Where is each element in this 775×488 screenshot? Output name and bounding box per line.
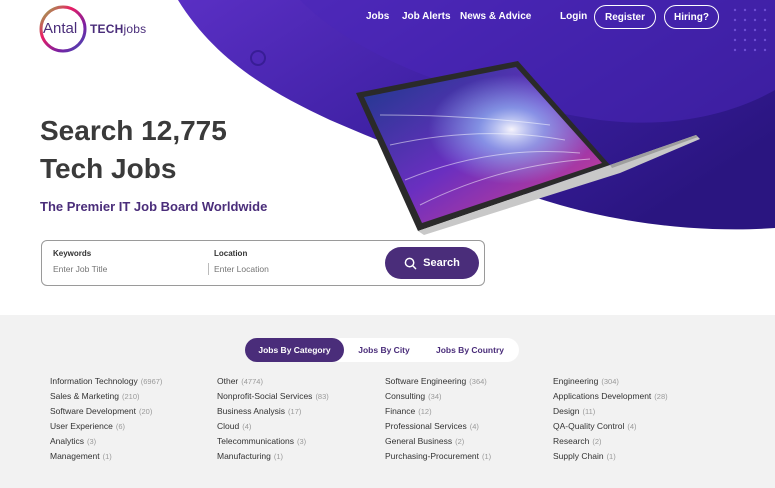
category-link[interactable]: Software Engineering (364) [385, 376, 491, 391]
logo-word: Antal [43, 20, 78, 37]
category-link[interactable]: Analytics (3) [50, 436, 162, 451]
category-link[interactable]: Consulting (34) [385, 391, 491, 406]
hero-title-line1: Search 12,775 [40, 115, 227, 146]
nav-jobs-link[interactable]: Jobs [366, 11, 389, 31]
search-button-label: Search [423, 257, 460, 269]
nav-login-link[interactable]: Login [560, 11, 587, 31]
category-link[interactable]: Management (1) [50, 451, 162, 466]
hero-title-line2: Tech Jobs [40, 153, 177, 184]
category-link[interactable]: Purchasing-Procurement (1) [385, 451, 491, 466]
tab-jobs-by-city[interactable]: Jobs By City [349, 338, 419, 362]
category-link[interactable]: QA-Quality Control (4) [553, 421, 668, 436]
job-search-form: Keywords Location Search [41, 240, 485, 286]
category-link[interactable]: Telecommunications (3) [217, 436, 329, 451]
browse-tabs: Jobs By Category Jobs By City Jobs By Co… [245, 338, 519, 362]
register-button[interactable]: Register [594, 5, 656, 29]
search-button[interactable]: Search [385, 247, 479, 279]
category-link[interactable]: Business Analysis (17) [217, 406, 329, 421]
category-link[interactable]: Applications Development (28) [553, 391, 668, 406]
category-link[interactable]: Sales & Marketing (210) [50, 391, 162, 406]
category-column-1: Information Technology (6967) Sales & Mar… [50, 376, 162, 466]
category-column-2: Other (4774) Nonprofit-Social Services (83… [217, 376, 329, 466]
category-link[interactable]: Software Development (20) [50, 406, 162, 421]
category-link[interactable]: Cloud (4) [217, 421, 329, 436]
nav-news-advice-link[interactable]: News & Advice [460, 11, 531, 31]
category-link[interactable]: Nonprofit-Social Services (83) [217, 391, 329, 406]
category-link[interactable]: Engineering (304) [553, 376, 668, 391]
location-input[interactable] [214, 262, 364, 276]
category-link[interactable]: Research (2) [553, 436, 668, 451]
category-column-3: Software Engineering (364) Consulting (34)… [385, 376, 491, 466]
field-divider [208, 263, 209, 275]
category-link[interactable]: User Experience (6) [50, 421, 162, 436]
logo-tech: TECH [90, 22, 124, 36]
keywords-input[interactable] [53, 262, 203, 276]
search-icon [404, 257, 417, 269]
category-link[interactable]: Design (11) [553, 406, 668, 421]
logo-tech-jobs: TECHjobs [90, 22, 146, 36]
category-link[interactable]: Finance (12) [385, 406, 491, 421]
category-link[interactable]: Other (4774) [217, 376, 329, 391]
hiring-button[interactable]: Hiring? [664, 5, 719, 29]
laptop-illustration [356, 61, 700, 235]
antal-tech-jobs-logo[interactable]: Antal TECHjobs [38, 4, 148, 54]
nav-job-alerts-link[interactable]: Job Alerts [402, 11, 451, 31]
category-link[interactable]: Professional Services (4) [385, 421, 491, 436]
category-column-4: Engineering (304) Applications Developmen… [553, 376, 668, 466]
category-link[interactable]: General Business (2) [385, 436, 491, 451]
category-link[interactable]: Information Technology (6967) [50, 376, 162, 391]
category-link[interactable]: Supply Chain (1) [553, 451, 668, 466]
jobs-browse-section: Jobs By Category Jobs By City Jobs By Co… [0, 315, 775, 488]
location-label: Location [214, 249, 248, 258]
tab-jobs-by-category[interactable]: Jobs By Category [245, 338, 344, 362]
keywords-label: Keywords [53, 249, 92, 258]
hero-subtitle: The Premier IT Job Board Worldwide [40, 199, 268, 214]
hero-title: Search 12,775 Tech Jobs [40, 112, 340, 188]
category-link[interactable]: Manufacturing (1) [217, 451, 329, 466]
tab-jobs-by-country[interactable]: Jobs By Country [425, 338, 515, 362]
logo-jobs: jobs [123, 22, 147, 36]
